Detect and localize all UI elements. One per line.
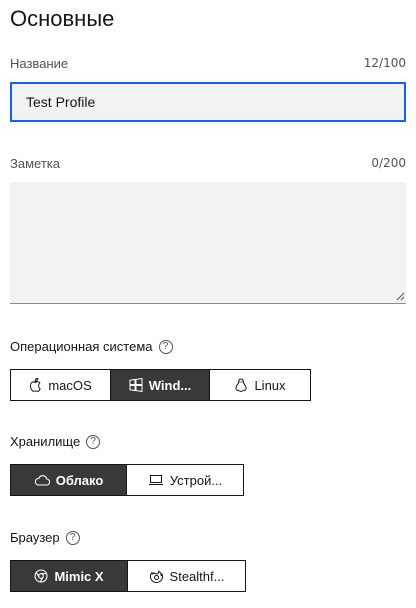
browser-option-stealthfox[interactable]: Stealthf... xyxy=(128,561,245,591)
os-option-label: Linux xyxy=(254,377,286,393)
resize-handle-icon[interactable] xyxy=(396,292,405,301)
os-option-label: Wind... xyxy=(148,377,192,393)
storage-selector: Облако Устрой... xyxy=(10,464,244,496)
storage-option-device[interactable]: Устрой... xyxy=(127,465,243,495)
help-icon[interactable]: ? xyxy=(86,434,101,449)
name-counter: 12/100 xyxy=(363,56,406,70)
windows-icon xyxy=(129,378,143,392)
browser-option-label: Mimic X xyxy=(54,568,104,584)
os-label: Операционная система ? xyxy=(10,339,173,354)
browser-label: Браузер ? xyxy=(10,530,80,545)
firefox-icon xyxy=(149,569,164,584)
storage-label-text: Хранилище xyxy=(10,434,81,449)
os-label-text: Операционная система xyxy=(10,339,153,354)
os-option-label: macOS xyxy=(48,377,92,393)
section-title: Основные xyxy=(10,6,115,31)
browser-label-text: Браузер xyxy=(10,530,60,545)
note-textarea[interactable] xyxy=(10,182,406,304)
os-selector: macOS Wind... Linux xyxy=(10,369,311,401)
profile-basic-settings: Основные Название 12/100 Заметка 0/200 О… xyxy=(0,0,416,608)
os-option-linux[interactable]: Linux xyxy=(210,370,310,400)
browser-option-mimic[interactable]: Mimic X xyxy=(11,561,128,591)
storage-option-label: Облако xyxy=(55,472,104,488)
storage-label: Хранилище ? xyxy=(10,434,101,449)
name-input[interactable] xyxy=(10,82,406,122)
os-option-macos[interactable]: macOS xyxy=(11,370,111,400)
note-label: Заметка xyxy=(10,156,60,171)
name-label: Название xyxy=(10,56,69,71)
laptop-icon xyxy=(148,474,164,486)
help-icon[interactable]: ? xyxy=(158,339,173,354)
cloud-icon xyxy=(34,474,50,486)
note-counter: 0/200 xyxy=(371,156,406,170)
chromium-icon xyxy=(34,569,48,583)
linux-icon xyxy=(234,377,248,393)
browser-selector: Mimic X Stealthf... xyxy=(10,560,246,592)
apple-icon xyxy=(29,378,42,392)
browser-option-label: Stealthf... xyxy=(169,568,225,584)
storage-option-label: Устрой... xyxy=(169,472,223,488)
storage-option-cloud[interactable]: Облако xyxy=(11,465,127,495)
help-icon[interactable]: ? xyxy=(65,530,80,545)
os-option-windows[interactable]: Wind... xyxy=(111,370,210,400)
